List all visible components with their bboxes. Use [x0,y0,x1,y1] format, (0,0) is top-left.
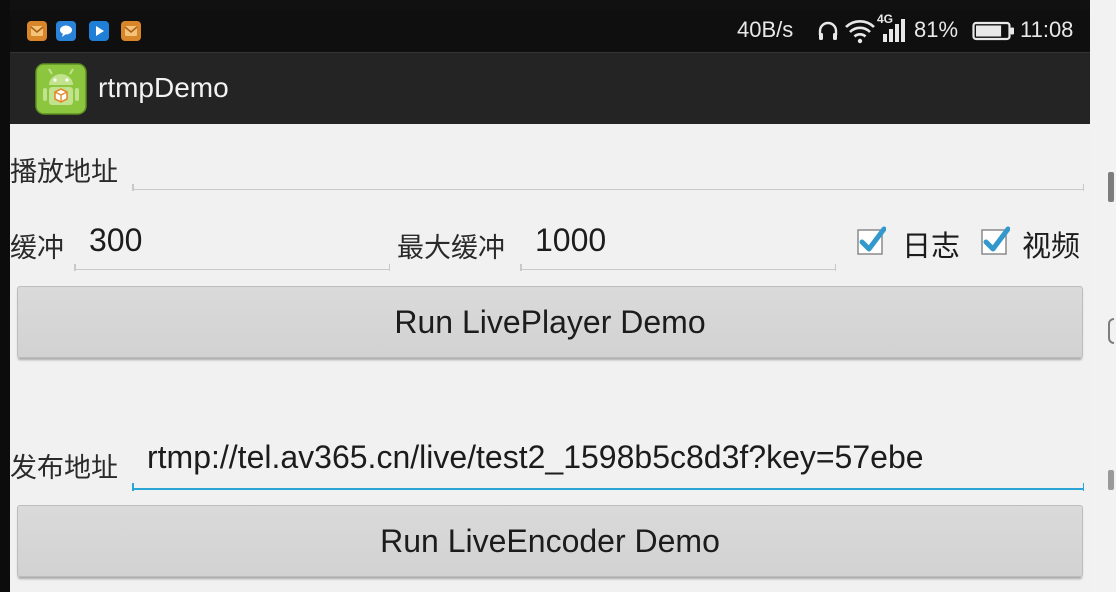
buffer-value: 300 [89,222,143,258]
play-notification-icon [89,21,109,41]
wifi-icon [844,10,876,52]
phone-frame-left [0,0,10,592]
max-buffer-label: 最大缓冲 [397,233,505,264]
run-liveencoder-button[interactable]: Run LiveEncoder Demo [17,505,1083,577]
signal-icon [879,10,909,52]
log-label: 日志 [902,229,961,263]
publish-url-input[interactable]: rtmp://tel.av365.cn/live/test2_1598b5c8d… [132,434,1084,494]
play-url-input[interactable] [132,142,1084,192]
run-liveplayer-button[interactable]: Run LivePlayer Demo [17,286,1083,358]
publish-url-value: rtmp://tel.av365.cn/live/test2_1598b5c8d… [147,439,924,475]
video-label: 视频 [1022,229,1081,263]
headset-icon [816,10,840,52]
main-content: 播放地址 缓冲 300 最大缓冲 1000 日志 视频 Run LivePlay… [10,124,1090,592]
message-notification-icon [56,21,76,41]
buffer-label: 缓冲 [10,233,64,264]
app-title: rtmpDemo [98,72,229,103]
status-bar: 40B/s 4G 81% 11:08 [10,10,1090,52]
net-speed: 40B/s [737,17,794,42]
play-url-label: 播放地址 [10,157,118,188]
video-checkbox[interactable]: 视频 [980,222,1090,263]
max-buffer-input[interactable]: 1000 [520,218,836,272]
max-buffer-value: 1000 [535,222,607,258]
checkbox-checked-icon [857,226,886,255]
clock: 11:08 [1020,17,1074,42]
publish-url-label: 发布地址 [10,453,118,484]
buffer-input[interactable]: 300 [74,218,390,272]
checkbox-checked-icon [981,226,1010,255]
app-notification-icon [27,21,47,41]
android-app-icon [35,63,87,115]
phone-frame-right [1090,0,1116,592]
log-checkbox[interactable]: 日志 [856,222,968,263]
battery-percent: 81% [914,17,959,42]
battery-icon [972,10,1016,52]
app-notification-icon-2 [121,21,141,41]
action-bar: rtmpDemo [10,52,1090,124]
